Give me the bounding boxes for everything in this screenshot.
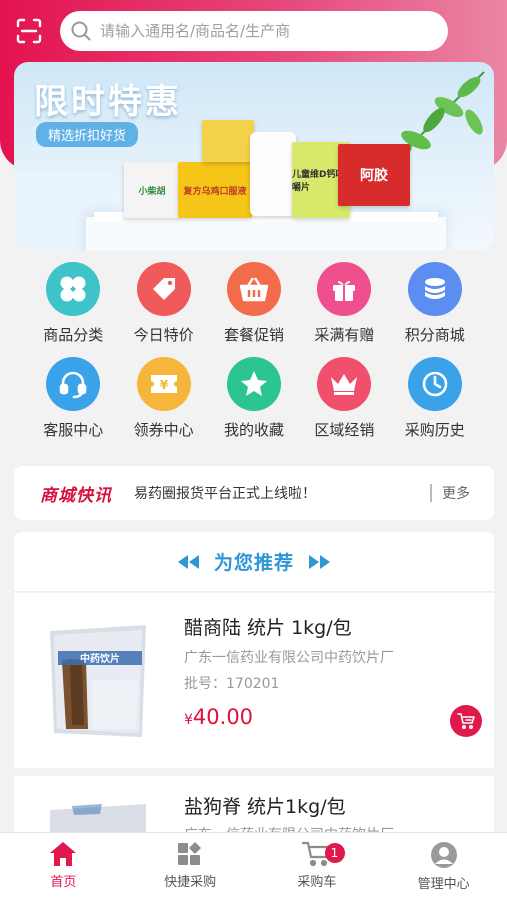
menu-item-label: 套餐促销 <box>223 326 284 344</box>
headset-icon <box>46 357 101 411</box>
menu-item[interactable]: 商品分类 <box>28 262 118 357</box>
menu-item-label: 采满有赠 <box>314 326 375 344</box>
home-icon <box>50 842 77 866</box>
product-manufacturer: 广东一信药业有限公司中药饮片厂 <box>184 650 394 666</box>
price-tag-icon <box>136 262 191 316</box>
product-card[interactable]: 盐狗脊 统片1kg/包 广东一信药业有限公司中药饮片厂 <box>14 776 494 843</box>
tab-label: 管理中心 <box>417 877 470 892</box>
medicine-box: 复方乌鸡口服液 <box>178 162 252 218</box>
news-logo: 商城快讯 <box>40 485 112 506</box>
bottom-tab-bar: 首页 快捷采购 1 采购车 管理中心 <box>0 832 507 900</box>
clover-icon <box>46 262 101 316</box>
tab-cart[interactable]: 1 采购车 <box>254 833 381 900</box>
menu-item[interactable]: 采满有赠 <box>299 262 389 357</box>
cart-icon <box>457 713 475 729</box>
medicine-box <box>202 120 254 162</box>
tab-management[interactable]: 管理中心 <box>380 833 507 900</box>
divider <box>430 484 432 502</box>
coins-icon <box>407 262 462 316</box>
menu-item-label: 采购历史 <box>404 421 465 439</box>
banner-title: 限时特惠 <box>34 82 182 122</box>
menu-item[interactable]: 采购历史 <box>390 357 480 452</box>
coupon-icon: ¥ <box>136 357 191 411</box>
news-headline[interactable]: 易药圈报货平台正式上线啦！ <box>134 483 424 503</box>
product-image[interactable]: 中药饮片 <box>42 621 154 739</box>
product-name[interactable]: 盐狗脊 统片1kg/包 <box>184 792 346 819</box>
fast-forward-icon <box>309 554 330 569</box>
tab-home[interactable]: 首页 <box>0 833 127 900</box>
crown-icon <box>317 357 372 411</box>
cart-count-badge: 1 <box>324 843 345 863</box>
gift-icon <box>317 262 372 316</box>
menu-item[interactable]: 积分商城 <box>390 262 480 357</box>
clock-icon <box>407 357 462 411</box>
menu-item-label: 我的收藏 <box>223 421 284 439</box>
medicine-bottle <box>250 132 296 216</box>
grid-icon <box>178 842 202 865</box>
menu-item[interactable]: 客服中心 <box>28 357 118 452</box>
menu-item[interactable]: 套餐促销 <box>209 262 299 357</box>
medicine-box: 阿胶 <box>338 144 410 206</box>
svg-text:¥: ¥ <box>159 378 168 392</box>
menu-item-label: 领券中心 <box>133 421 194 439</box>
price-value: 40.00 <box>192 705 254 729</box>
news-ticker[interactable]: 商城快讯 易药圈报货平台正式上线啦！ 更多 <box>14 466 494 520</box>
promo-banner[interactable]: 限时特惠 精选折扣好货 小柴胡 复方乌鸡口服液 儿童维D钙咀嚼片 阿胶 <box>14 62 494 250</box>
menu-item-label: 客服中心 <box>43 421 104 439</box>
menu-item-label: 积分商城 <box>404 326 465 344</box>
user-icon <box>430 842 457 868</box>
tab-label: 采购车 <box>297 875 337 890</box>
search-input[interactable] <box>100 22 420 40</box>
star-icon <box>226 357 281 411</box>
menu-item[interactable]: 我的收藏 <box>209 357 299 452</box>
menu-item-label: 今日特价 <box>133 326 194 344</box>
menu-item[interactable]: 今日特价 <box>118 262 208 357</box>
menu-item-label: 商品分类 <box>43 326 104 344</box>
product-card[interactable]: 中药饮片 醋商陆 统片 1kg/包 广东一信药业有限公司中药饮片厂 批号：170… <box>14 593 494 768</box>
rewind-icon <box>177 554 199 569</box>
package-label: 中药饮片 <box>80 652 120 665</box>
product-batch: 批号：170201 <box>184 676 280 692</box>
basket-icon <box>226 262 281 316</box>
search-icon <box>71 21 91 41</box>
product-name[interactable]: 醋商陆 统片 1kg/包 <box>184 613 352 640</box>
recommend-header: 为您推荐 <box>14 532 494 592</box>
top-header <box>0 0 507 62</box>
scan-icon[interactable] <box>16 18 42 44</box>
menu-item-label: 区域经销 <box>314 421 375 439</box>
product-price: ¥40.00 <box>184 705 253 729</box>
menu-item[interactable]: 区域经销 <box>299 357 389 452</box>
recommend-title: 为您推荐 <box>213 552 294 574</box>
quick-menu: 商品分类 今日特价 套餐促销 采满有赠 积分商城 客服中心 ¥ 领券中心 我的收藏 区域经销 采购… <box>0 262 507 452</box>
medicine-box: 小柴胡 <box>124 162 180 218</box>
search-bar[interactable] <box>60 11 448 51</box>
news-more-link[interactable]: 更多 <box>442 483 470 503</box>
currency-symbol: ¥ <box>184 712 193 728</box>
menu-item[interactable]: ¥ 领券中心 <box>118 357 208 452</box>
banner-subtitle: 精选折扣好货 <box>36 122 139 147</box>
tab-label: 首页 <box>50 875 77 890</box>
tab-quick-purchase[interactable]: 快捷采购 <box>127 833 254 900</box>
tab-label: 快捷采购 <box>164 875 217 890</box>
add-to-cart-button[interactable] <box>450 705 482 737</box>
